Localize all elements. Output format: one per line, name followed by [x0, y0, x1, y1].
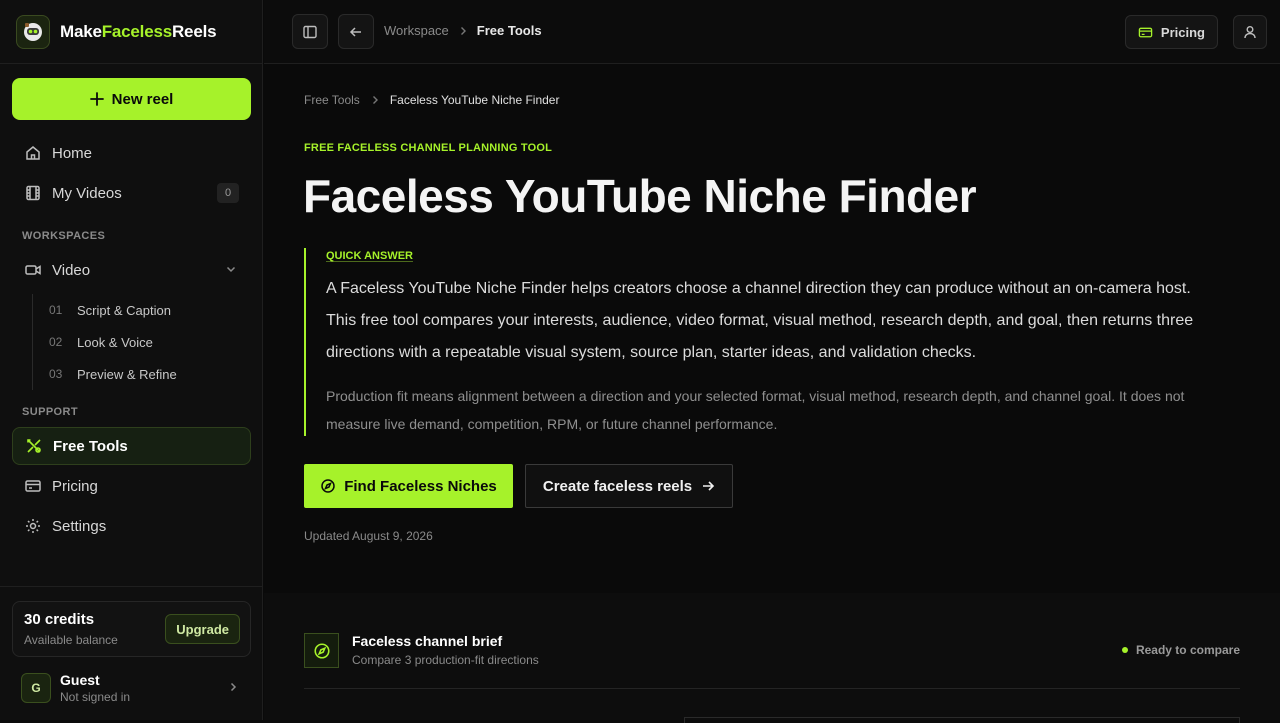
quick-answer-note: Production fit means alignment between a…: [326, 388, 1185, 432]
sidebar-item-free-tools[interactable]: Free Tools: [12, 427, 251, 465]
plus-icon: [89, 92, 104, 106]
status-label: Ready to compare: [1135, 643, 1240, 657]
account-button[interactable]: [1233, 15, 1267, 49]
sidebar-item-my-videos[interactable]: My Videos 0: [12, 174, 251, 212]
sidebar-item-label: Free Tools: [53, 437, 128, 455]
find-niches-button[interactable]: Find Faceless Niches: [304, 464, 513, 508]
sidebar-item-home[interactable]: Home: [12, 134, 251, 172]
brand-name: MakeFacelessReels: [60, 21, 217, 41]
credits-title: 30 credits: [24, 611, 95, 628]
back-button[interactable]: [338, 14, 374, 49]
updated-date: Updated August 9, 2026: [304, 529, 433, 543]
sidebar-toggle-icon: [302, 24, 318, 40]
divider: [304, 688, 1240, 689]
upgrade-button[interactable]: Upgrade: [165, 614, 240, 644]
credit-card-icon: [1138, 25, 1153, 40]
create-reels-button[interactable]: Create faceless reels: [525, 464, 733, 508]
home-icon: [24, 144, 42, 162]
user-status: Not signed in: [60, 690, 131, 704]
arrow-right-icon: [701, 479, 715, 493]
breadcrumb-current: Free Tools: [476, 23, 542, 38]
sidebar-subitem-preview[interactable]: 03 Preview & Refine: [33, 358, 251, 390]
breadcrumb: Workspace Free Tools: [384, 23, 542, 38]
toggle-sidebar-button[interactable]: [292, 14, 328, 49]
top-bar: Workspace Free Tools Pricing: [264, 0, 1280, 64]
video-count-badge: 0: [217, 183, 239, 203]
quick-answer: QUICK ANSWER A Faceless YouTube Niche Fi…: [304, 248, 1204, 436]
workspaces-label: WORKSPACES: [22, 230, 106, 242]
page-breadcrumb: Free Tools Faceless YouTube Niche Finder: [304, 93, 559, 107]
support-label: SUPPORT: [22, 406, 78, 418]
user-account[interactable]: G Guest Not signed in: [12, 665, 251, 711]
pricing-button-label: Pricing: [1160, 24, 1205, 40]
find-niches-label: Find Faceless Niches: [344, 477, 497, 495]
sidebar-item-settings[interactable]: Settings: [12, 507, 251, 545]
credits-subtitle: Available balance: [24, 633, 118, 647]
sidebar-footer: 30 credits Available balance Upgrade G G…: [0, 586, 263, 720]
user-icon: [1242, 24, 1258, 40]
sidebar-subitem-look-voice[interactable]: 02 Look & Voice: [33, 326, 251, 358]
arrow-left-icon: [348, 24, 364, 40]
avatar: G: [21, 673, 51, 703]
film-icon: [24, 184, 42, 202]
compass-icon: [304, 633, 339, 668]
brand-logo-icon: [16, 14, 50, 49]
quick-answer-text: A Faceless YouTube Niche Finder helps cr…: [326, 280, 1194, 361]
sidebar-item-label: My Videos: [52, 184, 122, 202]
chevron-right-icon: [370, 95, 380, 105]
video-steps-list: 01 Script & Caption 02 Look & Voice 03 Prev…: [32, 294, 251, 390]
user-name: Guest: [60, 672, 100, 688]
main-content: Free Tools Faceless YouTube Niche Finder…: [264, 65, 1280, 723]
sidebar: MakeFacelessReels New reel Home My Video…: [0, 0, 263, 720]
tools-icon: [25, 437, 43, 455]
sidebar-item-label: Home: [52, 144, 93, 162]
sidebar-item-video[interactable]: Video: [12, 251, 251, 289]
sidebar-subitem-script[interactable]: 01 Script & Caption: [33, 294, 251, 326]
page-title: Faceless YouTube Niche Finder: [303, 170, 977, 222]
brief-input-field[interactable]: [684, 717, 1240, 723]
page-breadcrumb-current: Faceless YouTube Niche Finder: [389, 93, 560, 107]
sidebar-item-label: Pricing: [52, 477, 98, 495]
page-breadcrumb-parent[interactable]: Free Tools: [304, 93, 360, 107]
status-dot-icon: [1121, 647, 1128, 653]
sidebar-item-pricing[interactable]: Pricing: [12, 467, 251, 505]
quick-answer-label: QUICK ANSWER: [326, 250, 413, 262]
channel-brief-panel: Faceless channel brief Compare 3 product…: [264, 593, 1280, 723]
brief-subtitle: Compare 3 production-fit directions: [352, 653, 539, 667]
pricing-button[interactable]: Pricing: [1124, 15, 1218, 49]
page-eyebrow: FREE FACELESS CHANNEL PLANNING TOOL: [304, 142, 553, 154]
gear-icon: [24, 517, 42, 535]
new-reel-button[interactable]: New reel: [12, 78, 251, 120]
status-badge: Ready to compare: [1121, 643, 1240, 657]
credit-card-icon: [24, 477, 42, 495]
sidebar-item-label: Settings: [52, 517, 107, 535]
credits-card: 30 credits Available balance Upgrade: [12, 601, 251, 657]
brand[interactable]: MakeFacelessReels: [0, 0, 262, 64]
chevron-down-icon: [225, 263, 237, 275]
new-reel-label: New reel: [111, 90, 174, 108]
video-camera-icon: [24, 261, 42, 279]
chevron-right-icon: [458, 26, 468, 36]
create-reels-label: Create faceless reels: [542, 477, 693, 495]
compass-icon: [320, 478, 336, 494]
chevron-right-icon: [227, 681, 239, 693]
sidebar-item-label: Video: [52, 261, 91, 279]
breadcrumb-workspace[interactable]: Workspace: [384, 23, 449, 38]
brief-title: Faceless channel brief: [352, 633, 503, 649]
